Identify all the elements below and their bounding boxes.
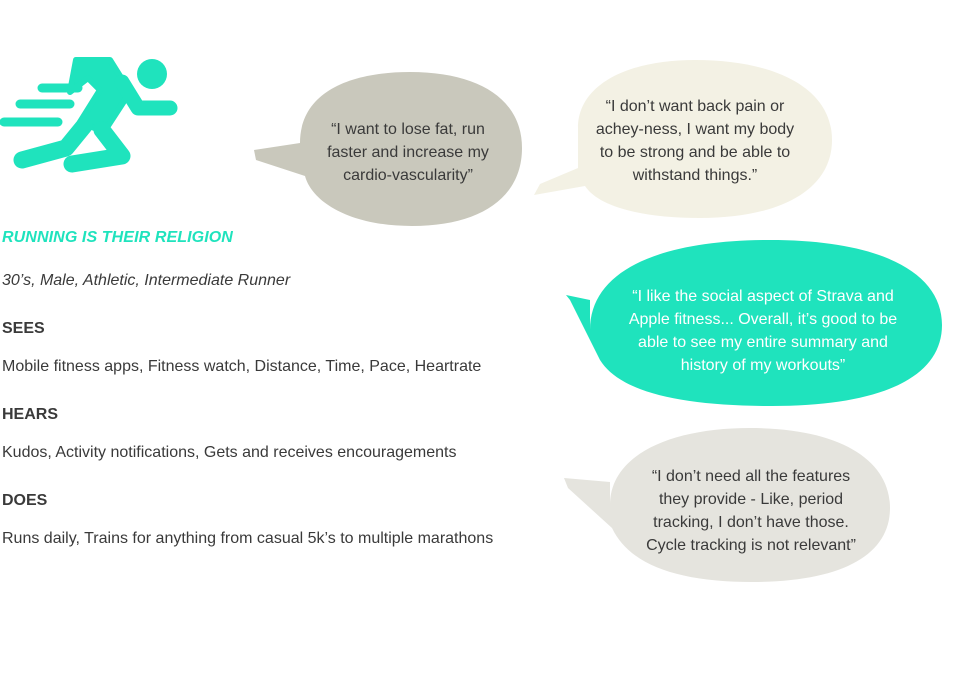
quote-3: “I like the social aspect of Strava and … — [628, 288, 898, 374]
quote-4: “I don’t need all the features they prov… — [646, 468, 856, 554]
quote-1: “I want to lose fat, run faster and incr… — [327, 121, 489, 184]
quote-2: “I don’t want back pain or achey-ness, I… — [595, 98, 795, 184]
